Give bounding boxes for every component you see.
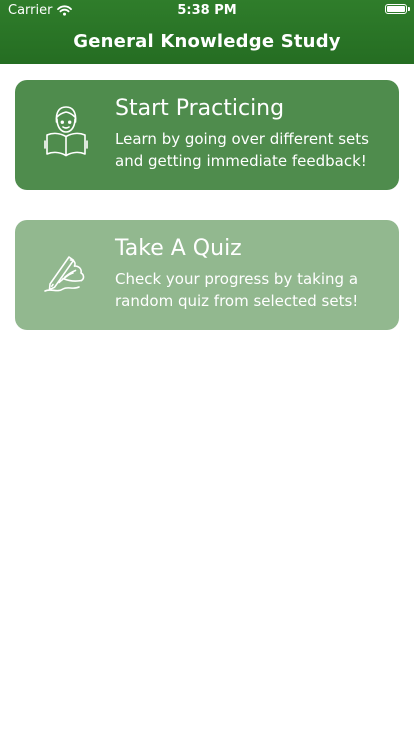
start-practicing-card[interactable]: Start Practicing Learn by going over dif… bbox=[15, 80, 399, 190]
card-title: Start Practicing bbox=[115, 96, 285, 121]
navigation-bar: Carrier 5:38 PM General Knowledge Study bbox=[0, 0, 414, 64]
battery-icon bbox=[385, 4, 410, 14]
writing-hand-icon bbox=[44, 256, 85, 292]
take-a-quiz-card[interactable]: Take A Quiz Check your progress by takin… bbox=[15, 220, 399, 330]
card-description: Learn by going over different sets and g… bbox=[115, 130, 369, 170]
reading-person-icon bbox=[44, 106, 88, 157]
status-time: 5:38 PM bbox=[177, 3, 237, 18]
card-title: Take A Quiz bbox=[115, 236, 242, 261]
page-title: General Knowledge Study bbox=[73, 31, 341, 52]
card-description: Check your progress by taking a random q… bbox=[115, 270, 359, 310]
status-bar: Carrier 5:38 PM bbox=[0, 0, 414, 20]
battery-tip bbox=[408, 7, 410, 11]
battery-level bbox=[387, 6, 405, 12]
